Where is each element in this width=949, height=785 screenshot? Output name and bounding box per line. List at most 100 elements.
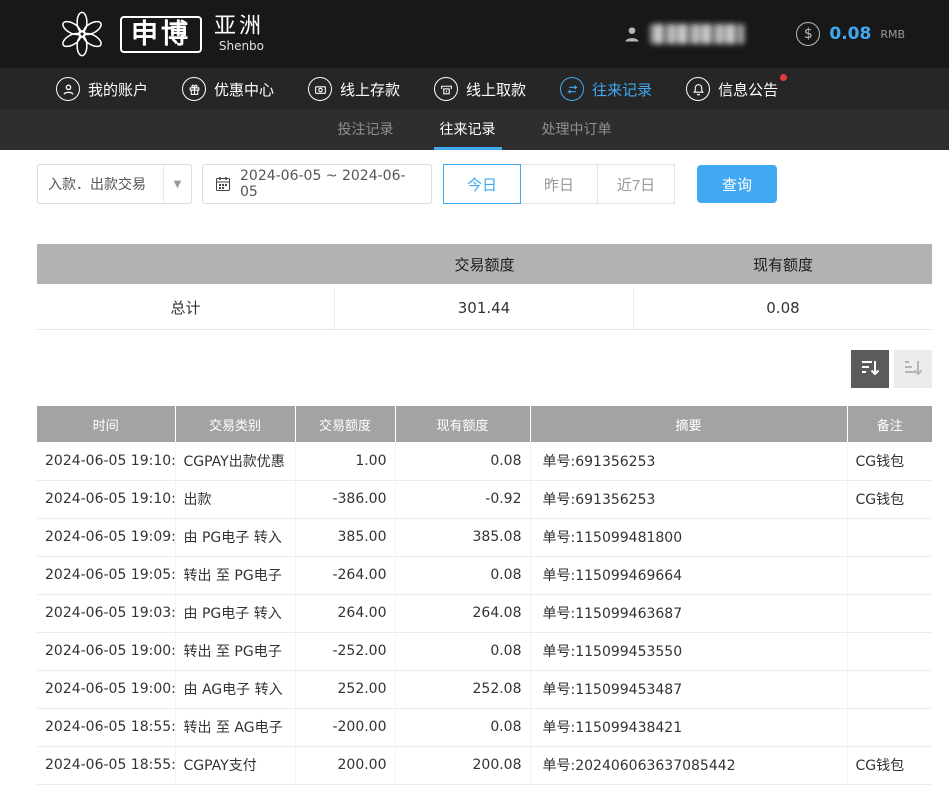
nav-item-promotions[interactable]: 优惠中心: [182, 77, 274, 101]
tx-column-header: 时间: [37, 406, 175, 442]
tx-cell: 转出 至 PG电子: [175, 556, 295, 594]
tx-cell: 单号:115099481800: [530, 518, 847, 556]
sort-descending-icon: [860, 358, 880, 381]
transaction-type-value: 入款．出款交易: [38, 174, 163, 194]
tx-cell: CG钱包: [847, 480, 932, 518]
tx-cell: 单号:115099463687: [530, 594, 847, 632]
account-info[interactable]: [622, 24, 744, 44]
tx-cell: 单号:691356253: [530, 442, 847, 480]
tx-cell: 2024-06-05 19:00:22: [37, 670, 175, 708]
tx-cell: CG钱包: [847, 442, 932, 480]
tx-cell: 0.08: [395, 556, 530, 594]
tx-row: 2024-06-05 19:05:40转出 至 PG电子-264.000.08单…: [37, 556, 932, 594]
tab-pending-orders[interactable]: 处理中订单: [536, 110, 618, 150]
sort-ascending-icon: [903, 358, 923, 381]
tx-row: 2024-06-05 19:00:22由 AG电子 转入252.00252.08…: [37, 670, 932, 708]
withdraw-icon: [434, 77, 458, 101]
tab-transfer-records[interactable]: 往来记录: [434, 110, 502, 150]
tx-cell: 单号:115099438421: [530, 708, 847, 746]
transaction-type-select[interactable]: 入款．出款交易 ▼: [37, 164, 192, 204]
quick-range-today[interactable]: 今日: [443, 164, 521, 204]
sort-descending-button[interactable]: [851, 350, 889, 388]
notification-badge-dot: [780, 74, 787, 81]
tx-cell: 2024-06-05 19:10:14: [37, 480, 175, 518]
top-bar: 申博 亚洲 Shenbo $ 0.08 RMB: [0, 0, 949, 68]
tx-cell: 385.00: [295, 518, 395, 556]
nav-item-deposit[interactable]: 线上存款: [308, 77, 400, 101]
quick-range-last-7-days[interactable]: 近7日: [597, 164, 675, 204]
tx-cell: 0.08: [395, 442, 530, 480]
tx-cell: 单号:115099453487: [530, 670, 847, 708]
tx-column-header: 现有额度: [395, 406, 530, 442]
summary-header-row: 交易额度 现有额度: [37, 244, 932, 284]
tx-cell: [847, 632, 932, 670]
nav-item-label: 往来记录: [592, 79, 652, 100]
bell-icon: [686, 77, 710, 101]
tx-cell: [847, 670, 932, 708]
main-nav: 我的账户 优惠中心 线上存款 线上取款 往来记录 信息公告: [0, 68, 949, 110]
tx-cell: -252.00: [295, 632, 395, 670]
chevron-down-icon: ▼: [163, 165, 191, 203]
nav-item-label: 优惠中心: [214, 79, 274, 100]
tx-cell: 单号:202406063637085442: [530, 746, 847, 784]
records-icon: [560, 77, 584, 101]
sort-ascending-button[interactable]: [894, 350, 932, 388]
quick-range-yesterday[interactable]: 昨日: [520, 164, 598, 204]
tx-cell: 252.08: [395, 670, 530, 708]
tx-cell: CGPAY出款优惠: [175, 442, 295, 480]
tx-cell: 264.00: [295, 594, 395, 632]
tx-cell: 1.00: [295, 442, 395, 480]
summary-total-amount: 301.44: [335, 286, 634, 330]
calendar-icon: [215, 176, 231, 192]
tx-cell: -264.00: [295, 556, 395, 594]
tx-cell: [847, 518, 932, 556]
balance-display[interactable]: $ 0.08 RMB: [796, 22, 905, 46]
tx-row: 2024-06-05 19:00:23转出 至 PG电子-252.000.08单…: [37, 632, 932, 670]
quick-range-group: 今日昨日近7日: [444, 164, 675, 204]
summary-header-balance: 现有额度: [634, 244, 932, 284]
tx-column-header: 交易额度: [295, 406, 395, 442]
tx-cell: 单号:115099453550: [530, 632, 847, 670]
tx-cell: 252.00: [295, 670, 395, 708]
summary-header-empty: [37, 244, 335, 284]
tx-cell: 0.08: [395, 632, 530, 670]
filter-bar: 入款．出款交易 ▼ 2024-06-05 ~ 2024-06-05 今日昨日近7…: [37, 164, 949, 204]
nav-item-withdrawal[interactable]: 线上取款: [434, 77, 526, 101]
tx-cell: 2024-06-05 18:55:08: [37, 746, 175, 784]
transactions-table: 时间交易类别交易额度现有额度摘要备注 2024-06-05 19:10:14CG…: [37, 406, 932, 785]
tx-cell: 由 PG电子 转入: [175, 518, 295, 556]
subnav: 投注记录往来记录处理中订单: [0, 110, 949, 150]
tx-column-header: 备注: [847, 406, 932, 442]
username-blurred: [650, 24, 744, 44]
date-range-input[interactable]: 2024-06-05 ~ 2024-06-05: [202, 164, 432, 204]
tx-row: 2024-06-05 19:09:46由 PG电子 转入385.00385.08…: [37, 518, 932, 556]
nav-item-records[interactable]: 往来记录: [560, 77, 652, 101]
money-icon: $: [796, 22, 820, 46]
nav-item-label: 信息公告: [718, 79, 778, 100]
gift-icon: [182, 77, 206, 101]
tx-column-header: 摘要: [530, 406, 847, 442]
summary-table: 交易额度 现有额度 总计 301.44 0.08: [37, 242, 932, 332]
nav-item-my-account[interactable]: 我的账户: [56, 77, 148, 101]
tx-header-row: 时间交易类别交易额度现有额度摘要备注: [37, 406, 932, 442]
nav-item-label: 线上取款: [466, 79, 526, 100]
brand-logo: 申博 亚洲 Shenbo: [56, 8, 264, 60]
brand-name-region: 亚洲: [214, 15, 264, 39]
balance-amount: 0.08: [829, 24, 871, 44]
tx-cell: 2024-06-05 19:09:46: [37, 518, 175, 556]
tx-body: 2024-06-05 19:10:14CGPAY出款优惠1.000.08单号:6…: [37, 442, 932, 784]
tab-bet-records[interactable]: 投注记录: [332, 110, 400, 150]
tx-cell: -0.92: [395, 480, 530, 518]
tx-cell: 转出 至 PG电子: [175, 632, 295, 670]
tx-cell: [847, 708, 932, 746]
nav-item-label: 我的账户: [88, 79, 148, 100]
search-button[interactable]: 查询: [697, 165, 777, 203]
tx-cell: 转出 至 AG电子: [175, 708, 295, 746]
nav-item-announcements[interactable]: 信息公告: [686, 77, 778, 101]
summary-current-balance: 0.08: [634, 286, 932, 330]
tx-cell: 2024-06-05 19:10:14: [37, 442, 175, 480]
tx-cell: 385.08: [395, 518, 530, 556]
tx-cell: 200.08: [395, 746, 530, 784]
tx-cell: 2024-06-05 18:55:22: [37, 708, 175, 746]
tx-cell: -200.00: [295, 708, 395, 746]
